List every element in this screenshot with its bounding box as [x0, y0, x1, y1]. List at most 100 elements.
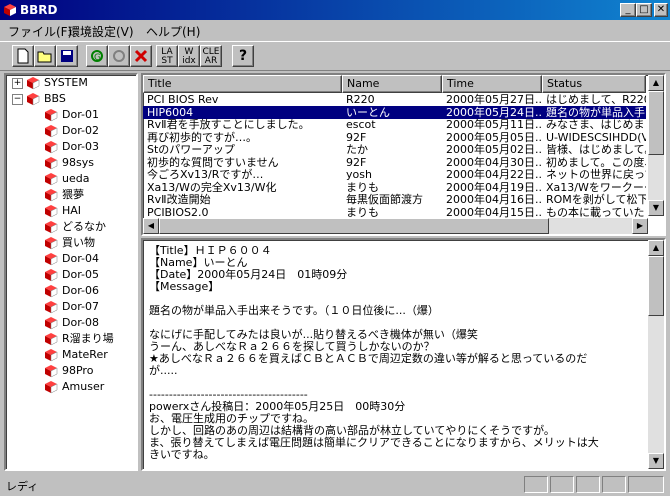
delete-button[interactable] [130, 45, 152, 67]
refresh-green-icon: G [91, 50, 103, 63]
tree-node-board[interactable]: Dor-07 [62, 299, 99, 315]
board-cube-icon [27, 77, 40, 90]
tree-node-board[interactable]: Dor-02 [62, 123, 99, 139]
board-cube-icon [27, 93, 40, 106]
tree-node-board[interactable]: Dor-05 [62, 267, 99, 283]
thread-title-cell: HIP6004 [147, 105, 194, 119]
tree-node-board[interactable]: MateRer [62, 347, 108, 363]
get-all-button[interactable] [108, 45, 130, 67]
thread-status-cell: はじめまして、R220と [546, 93, 646, 106]
save-button[interactable] [56, 45, 78, 67]
tree-node-board[interactable]: Dor-03 [62, 139, 99, 155]
maximize-button[interactable]: □ [636, 3, 652, 17]
column-time[interactable]: Time [442, 75, 542, 93]
tree-node-board[interactable]: どるなか [62, 219, 106, 235]
msg-scroll-down-icon[interactable]: ▼ [648, 453, 664, 469]
thread-row[interactable]: Stのパワーアップ たか 2000年05月02日... 皆様、はじめまして。 [143, 143, 646, 156]
delete-red-x-icon [134, 49, 148, 63]
thread-row[interactable]: PCIBIOS2.0 まりも 2000年04月15日... もの本に載っていた [143, 206, 646, 219]
tree-node-bbs[interactable]: BBS [44, 91, 66, 107]
scroll-left-icon[interactable]: ◀ [143, 218, 159, 234]
thread-time-cell: 2000年05月11日... [446, 118, 542, 131]
thread-row[interactable]: PCI BIOS Rev R220 2000年05月27日... はじめまして、R22… [143, 93, 646, 106]
column-title[interactable]: Title [143, 75, 342, 93]
clear-button[interactable]: CLE AR [200, 45, 222, 67]
last-button[interactable]: LA ST [156, 45, 178, 67]
column-name[interactable]: Name [342, 75, 442, 93]
msg-scroll-up-icon[interactable]: ▲ [648, 240, 664, 256]
thread-title-cell: PCI BIOS Rev [147, 93, 219, 106]
tree-node-system[interactable]: SYSTEM [44, 75, 88, 91]
tree-node-board[interactable]: 買い物 [62, 235, 95, 251]
expand-toggle-icon[interactable]: + [12, 78, 23, 89]
thread-name-cell: R220 [346, 93, 375, 106]
thread-time-cell: 2000年05月24日... [446, 105, 542, 119]
thread-title-cell: Xa13/Wの完全Xv13/W化 [147, 180, 277, 194]
tree-node-board[interactable]: Amuser [62, 379, 104, 395]
scroll-up-icon[interactable]: ▲ [648, 75, 664, 91]
thread-time-cell: 2000年04月19日... [446, 180, 542, 194]
tree-node-board[interactable]: Dor-06 [62, 283, 99, 299]
thread-status-cell: ROMを剥がして松下製 [546, 193, 646, 206]
thread-name-cell: いーとん [346, 105, 390, 119]
tree-node-board[interactable]: Dor-08 [62, 315, 99, 331]
scroll-right-icon[interactable]: ▶ [632, 218, 648, 234]
board-tree[interactable]: + SYSTEM − BBS Dor-01 Dor-02 Dor-03 98sys ueda 猥夢… [4, 73, 138, 471]
thread-row[interactable]: 再び初歩的ですが…。 92F 2000年05月05日... U-WIDESCSIHDD… [143, 131, 646, 144]
open-folder-icon [37, 51, 52, 63]
tree-node-board[interactable]: 猥夢 [62, 187, 84, 203]
thread-status-cell: U-WIDESCSIHDD(VX [546, 130, 646, 144]
last-icon: LA ST [161, 47, 173, 66]
tree-node-board[interactable]: HAI [62, 203, 81, 219]
title-bar[interactable]: BBRD _ □ ✕ [0, 0, 670, 20]
thread-row[interactable]: HIP6004 いーとん 2000年05月24日... 題名の物が単品入手出 [143, 105, 646, 119]
tree-node-board[interactable]: R溜まり場 [62, 331, 114, 347]
help-icon: ? [238, 48, 248, 64]
thread-row[interactable]: RvⅡ君を手放すことにしました。 escot 2000年05月11日... みなさま、… [143, 118, 646, 131]
help-button[interactable]: ? [232, 45, 254, 67]
status-panel-2 [550, 476, 574, 493]
message-scroll-thumb[interactable] [648, 256, 664, 316]
thread-time-cell: 2000年05月27日... [446, 93, 542, 106]
board-cube-icon [45, 317, 58, 330]
list-vertical-scrollbar[interactable]: ▲ ▼ [648, 75, 664, 216]
tree-node-board[interactable]: Dor-04 [62, 251, 99, 267]
thread-name-cell: たか [346, 143, 368, 156]
tree-node-board[interactable]: 98sys [62, 155, 94, 171]
tree-node-board[interactable]: Dor-01 [62, 107, 99, 123]
open-button[interactable] [34, 45, 56, 67]
thread-row[interactable]: 初歩的な質問ですいません 92F 2000年04月30日... 初めまして。この度、と [143, 156, 646, 169]
scroll-down-icon[interactable]: ▼ [648, 200, 664, 216]
column-status[interactable]: Status [542, 75, 646, 93]
index-button[interactable]: W idx [178, 45, 200, 67]
thread-title-cell: Stのパワーアップ [147, 143, 235, 156]
save-icon [61, 50, 73, 62]
thread-name-cell: まりも [346, 205, 379, 219]
thread-row[interactable]: Xa13/Wの完全Xv13/W化 まりも 2000年04月19日... Xa13/Wを… [143, 181, 646, 194]
thread-row[interactable]: 今ごろXv13/Rですが… yosh 2000年04月22日... ネットの世界に戻っ… [143, 168, 646, 181]
message-line: ★あしべなＲａ２６６を買えばＣＢとＡＣＢで周辺定数の違い等が解ると思っているのだ [149, 352, 588, 365]
thread-name-cell: まりも [346, 180, 379, 194]
menu-file[interactable]: ファイル(F) [8, 23, 72, 40]
thread-time-cell: 2000年04月16日... [446, 193, 542, 206]
thread-row[interactable]: RvⅡ改造開始 毎黒仮面節渡方 2000年04月16日... ROMを剥がして松下製 [143, 193, 646, 206]
tree-node-board[interactable]: 98Pro [62, 363, 93, 379]
thread-time-cell: 2000年04月15日... [446, 205, 542, 219]
tree-node-board[interactable]: ueda [62, 171, 89, 187]
message-vertical-scrollbar[interactable]: ▲ ▼ [648, 240, 664, 469]
expand-toggle-icon[interactable]: − [12, 94, 23, 105]
message-view[interactable]: 【Title】ＨＩＰ６００４ 【Name】いーとん 【Date】2000年05月24… [141, 238, 666, 471]
list-horizontal-scrollbar[interactable]: ◀ ▶ [143, 218, 648, 234]
status-panel-4 [602, 476, 626, 493]
close-button[interactable]: ✕ [654, 3, 668, 17]
thread-list[interactable]: Title Name Time Status PCI BIOS Rev R220 2… [141, 73, 666, 236]
menu-settings[interactable]: 環境設定(V) [68, 23, 134, 40]
minimize-button[interactable]: _ [620, 3, 636, 17]
menu-help[interactable]: ヘルプ(H) [146, 23, 200, 40]
list-hscroll-thumb[interactable] [159, 218, 549, 234]
board-cube-icon [45, 109, 58, 122]
get-button[interactable]: G [86, 45, 108, 67]
list-scroll-thumb[interactable] [648, 91, 664, 155]
new-file-button[interactable] [12, 45, 34, 67]
clear-icon: CLE AR [202, 47, 220, 66]
